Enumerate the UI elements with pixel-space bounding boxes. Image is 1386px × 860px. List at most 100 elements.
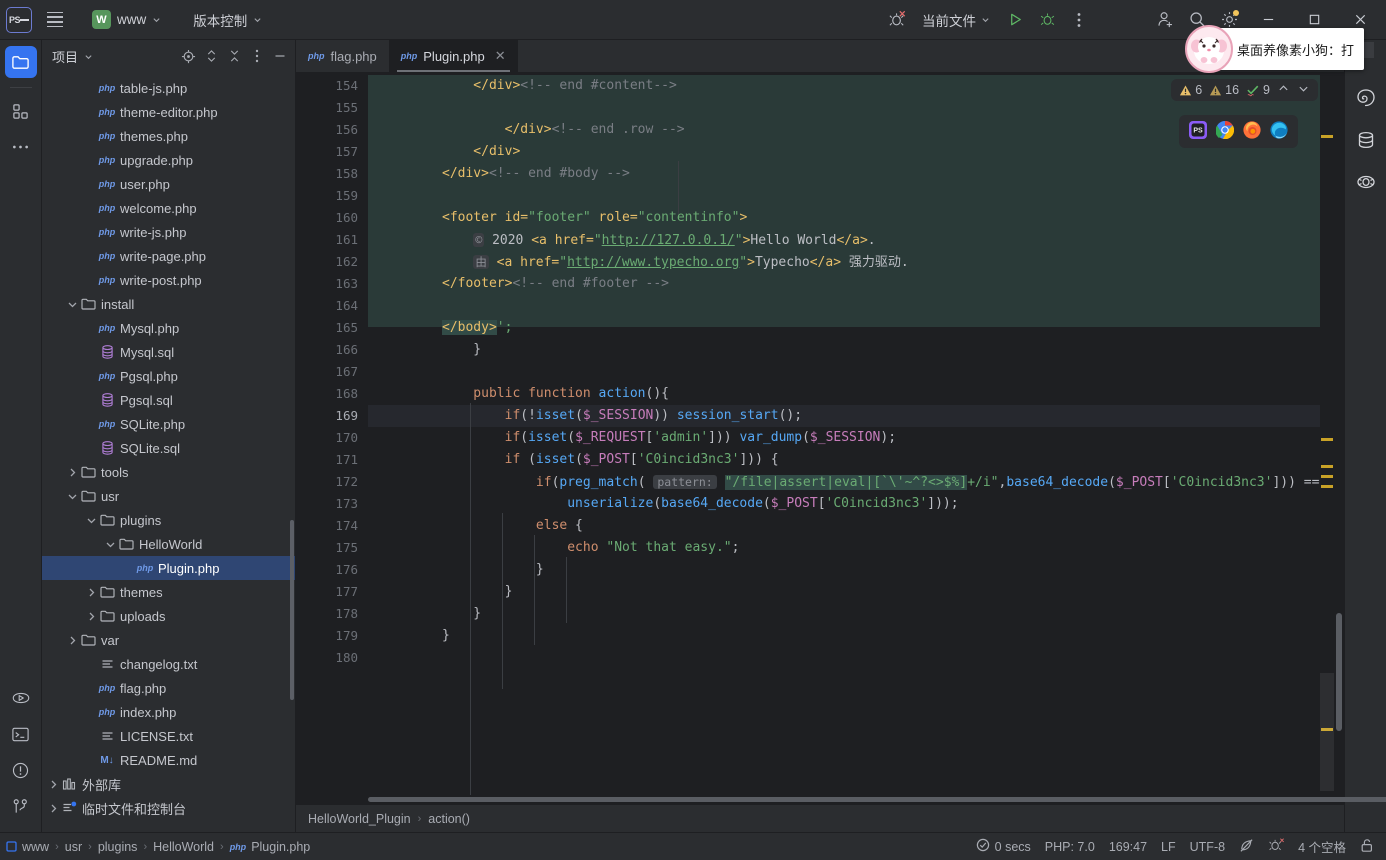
code-line[interactable]: } [442,581,513,603]
code-line[interactable]: else { [442,515,583,537]
code-line[interactable]: } [442,339,481,361]
tree-node-sqlite-sql[interactable]: SQLite.sql [42,436,295,460]
tree-node-pgsql-sql[interactable]: Pgsql.sql [42,388,295,412]
add-user-icon[interactable] [1150,5,1180,35]
code-line[interactable]: <footer id="footer" role="contentinfo"> [442,207,747,229]
tree-node-readme-md[interactable]: M↓ README.md [42,748,295,772]
tree-node-table-js-php[interactable]: php table-js.php [42,76,295,100]
tree-node-themes[interactable]: themes [42,580,295,604]
editor-horizontal-scrollbar[interactable] [296,795,1386,804]
code-line[interactable]: public function action(){ [442,383,669,405]
tree-node-var[interactable]: var [42,628,295,652]
tree-node-外部库[interactable]: 外部库 [42,772,295,796]
code-line[interactable]: } [442,625,450,647]
project-file-tree[interactable]: php table-js.php php theme-editor.php php the… [42,72,295,832]
debug-icon[interactable] [1032,5,1062,35]
locate-icon[interactable] [177,45,199,67]
status-indent[interactable]: 4 个空格 [1298,837,1346,856]
code-line[interactable]: unserialize(base64_decode($_POST['C0inci… [442,493,958,515]
status-path-item[interactable]: usr [65,840,82,854]
chevron-down-icon[interactable] [67,299,78,310]
code-line[interactable]: if(!isset($_SESSION)) session_start(); [442,405,802,427]
sidebar-item-more[interactable] [5,131,37,163]
tree-expand-arrow[interactable] [65,635,79,646]
code-line[interactable]: </body>'; [442,317,512,339]
tree-expand-arrow[interactable] [65,491,79,502]
inspections-widget[interactable]: 6 16 9 [1171,79,1318,101]
tree-node-plugin-php[interactable]: php Plugin.php [42,556,295,580]
close-icon[interactable]: ✕ [495,48,506,64]
status-line-separator[interactable]: LF [1161,840,1176,854]
tree-node-tools[interactable]: tools [42,460,295,484]
tree-node-index-php[interactable]: php index.php [42,700,295,724]
vcs-widget[interactable]: 版本控制 [187,7,268,33]
tree-node-welcome-php[interactable]: php welcome.php [42,196,295,220]
chevron-right-icon[interactable] [67,635,78,646]
chevron-down-icon[interactable] [67,491,78,502]
next-problem-button[interactable] [1297,83,1310,97]
chevron-right-icon[interactable] [86,611,97,622]
tree-node-helloworld[interactable]: HelloWorld [42,532,295,556]
hamburger-menu-icon[interactable] [40,5,70,35]
editor-code-area[interactable]: </div><!-- end #content--> </div><!-- en… [368,73,1320,795]
code-line[interactable]: if(preg_match( pattern: "/file|assert|ev… [442,471,1320,493]
run-configuration-selector[interactable]: 当前文件 [914,7,998,33]
tree-node-changelog-txt[interactable]: changelog.txt [42,652,295,676]
code-line[interactable]: if(isset($_REQUEST['admin'])) var_dump($… [442,427,896,449]
status-debug-status[interactable]: ✕ [1268,837,1285,856]
chevron-right-icon[interactable] [48,779,59,790]
tree-node-write-js-php[interactable]: php write-js.php [42,220,295,244]
code-line[interactable]: </div><!-- end #content--> [442,75,677,97]
chevron-down-icon[interactable] [105,539,116,550]
code-line[interactable]: 由 <a href="http://www.typecho.org">Typec… [442,251,909,273]
tree-scrollbar[interactable] [290,520,294,700]
sidebar-item-version-control[interactable] [5,790,37,822]
code-line[interactable]: © 2020 <a href="http://127.0.0.1/">Hello… [442,229,876,251]
tree-node-write-page-php[interactable]: php write-page.php [42,244,295,268]
status-path-item[interactable]: www [6,840,49,854]
chevron-down-icon[interactable] [84,52,93,61]
tree-node-plugins[interactable]: plugins [42,508,295,532]
code-line[interactable]: } [442,559,544,581]
stripe-mark[interactable] [1321,438,1333,441]
status-readonly-lock[interactable] [1360,838,1374,856]
tree-node-临时文件和控制台[interactable]: 临时文件和控制台 [42,796,295,820]
sidebar-item-project[interactable] [4,46,37,78]
weak-warnings-group[interactable]: 16 [1209,83,1239,97]
previous-problem-button[interactable] [1277,83,1290,97]
editor-gutter[interactable]: 154 155 156 157 158 159 160 161 162 163 164 165 166 1… [296,73,388,795]
expand-collapse-icon[interactable] [200,45,222,67]
run-icon[interactable] [1000,5,1030,35]
status-caret-position[interactable]: 169:47 [1109,840,1147,854]
hide-panel-icon[interactable] [269,45,291,67]
tree-expand-arrow[interactable] [103,539,117,550]
status-inspection-toggle[interactable] [1239,838,1254,856]
code-line[interactable]: </div> [442,141,520,163]
tree-node-pgsql-php[interactable]: php Pgsql.php [42,364,295,388]
debug-error-icon[interactable]: ✕ [882,5,912,35]
firefox-icon[interactable] [1243,121,1261,142]
stripe-mark[interactable] [1321,485,1333,488]
breadcrumb-item[interactable]: HelloWorld_Plugin [308,812,411,826]
chrome-icon[interactable] [1215,121,1235,142]
more-vertical-icon[interactable] [1064,5,1094,35]
tree-node-themes-php[interactable]: php themes.php [42,124,295,148]
tree-node-user-php[interactable]: php user.php [42,172,295,196]
editor-tab-flag-php[interactable]: php flag.php [296,40,389,72]
status-file-encoding[interactable]: UTF-8 [1190,840,1225,854]
status-path-item[interactable]: HelloWorld [153,840,214,854]
database-icon[interactable] [1350,124,1382,156]
tree-node-mysql-php[interactable]: php Mysql.php [42,316,295,340]
tree-node-upgrade-php[interactable]: php upgrade.php [42,148,295,172]
code-line[interactable]: echo "Not that easy."; [442,537,739,559]
tree-node-write-post-php[interactable]: php write-post.php [42,268,295,292]
editor-tab-plugin-php[interactable]: php Plugin.php ✕ [388,40,518,72]
tree-node-license-txt[interactable]: LICENSE.txt [42,724,295,748]
tree-node-theme-editor-php[interactable]: php theme-editor.php [42,100,295,124]
bug-circle-icon[interactable] [1350,166,1382,198]
tree-expand-arrow[interactable] [84,611,98,622]
editor-vertical-scrollbar[interactable] [1334,73,1344,795]
stripe-mark[interactable] [1321,475,1333,478]
chevron-right-icon[interactable] [67,467,78,478]
edge-icon[interactable] [1270,121,1288,142]
